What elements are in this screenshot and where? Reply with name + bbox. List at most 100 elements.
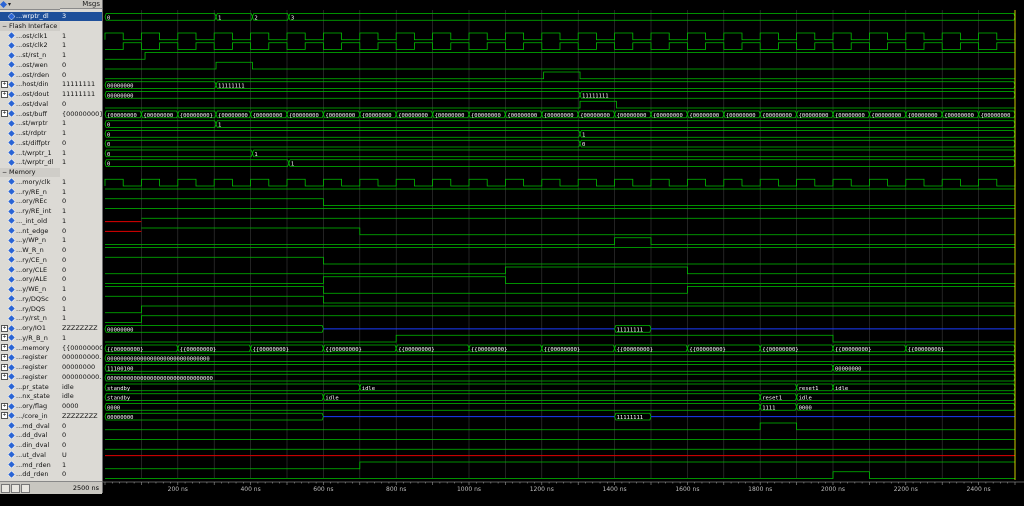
signal-name-row[interactable]: ...pr_state [0, 383, 60, 392]
signal-name-row[interactable]: ...W_R_n [0, 246, 60, 255]
group-header[interactable]: − Flash Interface [0, 21, 60, 31]
signal-name-row[interactable]: ...ory/CLE [0, 266, 60, 275]
waveform-pane[interactable]: 0 1 2 3 00000000 11111111 00000000 11111111 {000… [103, 0, 1024, 493]
signal-name-row[interactable]: ...ry/DQS [0, 305, 60, 314]
signal-name-row[interactable]: + ...ost/buff [0, 110, 60, 119]
waveform-3[interactable] [105, 42, 1016, 50]
expand-icon[interactable]: + [1, 402, 8, 410]
expand-icon[interactable]: + [1, 344, 8, 351]
waveform-47[interactable] [105, 471, 1015, 479]
waveform-40[interactable]: 0000 1111 0000 [104, 403, 1016, 412]
signal-name-row[interactable]: ...t/wrptr_dl [0, 158, 60, 167]
zoom-fit-icon[interactable] [21, 483, 30, 493]
signal-name-row[interactable]: ...ost/wen [0, 61, 60, 70]
signal-name-row[interactable]: ...ory/REc [0, 197, 60, 206]
waveform-39[interactable]: standby idle reset1 idle [104, 393, 1016, 402]
signal-name-row[interactable]: + ...memory [0, 344, 60, 353]
waveform-31[interactable] [105, 315, 1015, 323]
signal-name-row[interactable]: + .../core_in [0, 412, 60, 421]
signal-name-row[interactable]: ...md_dval [0, 422, 60, 431]
waveform-5[interactable] [105, 61, 1015, 70]
waveform-23[interactable] [105, 237, 1015, 245]
signal-name-row[interactable]: ...ost/rden [0, 71, 60, 80]
waveform-6[interactable] [105, 71, 1015, 80]
expand-icon[interactable]: + [1, 373, 8, 381]
waveform-19[interactable] [105, 198, 1015, 206]
waveform-46[interactable] [105, 461, 1015, 470]
waveform-35[interactable]: 0000000000000000000000000000000 [104, 354, 1016, 363]
waveform-15[interactable]: 01 [104, 159, 1016, 168]
waveform-32[interactable]: 00000000 11111111 [104, 325, 1015, 334]
signal-name-row[interactable]: ...st/wrptr [0, 119, 60, 128]
collapse-icon[interactable]: − [2, 23, 7, 30]
signal-name-row[interactable]: ...ry/CE_n [0, 256, 60, 265]
signal-name-row[interactable]: ...ry/RE_int [0, 207, 60, 216]
signal-name-row[interactable]: ...st/diffptr [0, 139, 60, 148]
signal-name-row[interactable]: ...ost/clk1 [0, 32, 60, 41]
expand-icon[interactable]: + [1, 334, 8, 342]
signal-name-row[interactable]: + ...ory/flag [0, 402, 60, 411]
waveform-0[interactable]: 0 1 2 3 [104, 13, 1016, 22]
waveform-13[interactable]: 00 [104, 139, 1016, 148]
waveform-29[interactable] [105, 295, 1015, 304]
signal-name-row[interactable]: ...y/WE_n [0, 285, 60, 294]
waveform-9[interactable] [105, 100, 1015, 109]
waveform-37[interactable]: 00000000000000000000000000000000 [104, 373, 1016, 382]
waveform-38[interactable]: standby idle reset1 idle [104, 383, 1016, 392]
waveform-33[interactable] [105, 334, 1015, 343]
waveform-30[interactable] [105, 305, 1015, 314]
waveform-21[interactable] [105, 217, 1015, 223]
zoom-out-icon[interactable] [11, 483, 20, 493]
expand-icon[interactable]: + [1, 363, 8, 371]
waveform-26[interactable] [105, 266, 1015, 275]
signal-name-row[interactable]: ...ry/RE_n [0, 188, 60, 197]
signal-name-row[interactable]: ...ory/ALE [0, 275, 60, 284]
signal-name-row[interactable]: ...md_rden [0, 461, 60, 470]
signal-name-row[interactable]: ...ost/clk2 [0, 41, 60, 50]
signal-name-row[interactable]: ...wrptr_dl [0, 12, 60, 21]
waveform-17[interactable] [104, 178, 1016, 187]
expand-icon[interactable]: + [1, 324, 8, 332]
waveform-25[interactable] [105, 256, 1015, 265]
signal-name-row[interactable]: ...t/wrptr_1 [0, 149, 60, 158]
waveform-34[interactable]: {{00000000} {{00000000} {{00000000} {{00000… [104, 344, 1016, 353]
waveform-11[interactable]: 01 [104, 120, 1016, 129]
signal-name-row[interactable]: + ...ost/dout [0, 90, 60, 99]
waveform-canvas[interactable]: 0 1 2 300000000 1111111100000000 11111111{000… [103, 0, 1024, 493]
waveform-36[interactable]: 11100100 00000000 [104, 364, 1016, 373]
waveform-42[interactable] [105, 422, 1015, 431]
waveform-12[interactable]: 01 [104, 130, 1016, 139]
signal-name-row[interactable]: ...din_dval [0, 441, 60, 450]
name-pane-header[interactable]: ▾ [0, 0, 60, 10]
expand-icon[interactable]: + [1, 90, 8, 98]
waveform-2[interactable] [104, 32, 1016, 41]
waveform-7[interactable]: 00000000 11111111 [104, 81, 1016, 90]
signal-name-row[interactable]: ...ut_dval [0, 451, 60, 460]
signal-name-row[interactable]: ...ry/DQSc [0, 295, 60, 304]
signal-name-row[interactable]: + ...register [0, 363, 60, 372]
signal-name-row[interactable]: ..._int_old [0, 217, 60, 226]
signal-name-row[interactable]: ...mory/clk [0, 178, 60, 187]
group-header[interactable]: − Memory [0, 168, 60, 177]
waveform-10[interactable]: {00000000 {00000000 {00000000} {00000000 {00… [104, 110, 1016, 119]
signal-name-row[interactable]: ...ost/dval [0, 100, 60, 109]
signal-name-row[interactable]: ...dd_rden [0, 470, 60, 479]
waveform-14[interactable]: 01 [104, 149, 1016, 158]
signal-name-row[interactable]: ...dd_dval [0, 431, 60, 440]
waveform-41[interactable]: 00000000 11111111 [104, 412, 1015, 421]
signal-name-row[interactable]: + ...y/R_B_n [0, 334, 60, 343]
expand-icon[interactable]: + [1, 412, 8, 420]
collapse-icon[interactable]: − [2, 169, 7, 176]
waveform-28[interactable] [105, 286, 1015, 294]
waveform-4[interactable] [105, 52, 1015, 60]
waveform-22[interactable] [105, 227, 1015, 236]
signal-name-row[interactable]: ...nt_edge [0, 227, 60, 236]
waveform-8[interactable]: 00000000 11111111 [104, 91, 1016, 100]
expand-icon[interactable]: + [1, 353, 8, 361]
expand-icon[interactable]: + [1, 80, 8, 88]
signal-name-row[interactable]: ...st/rst_n [0, 51, 60, 60]
zoom-in-icon[interactable] [1, 483, 10, 493]
signal-name-row[interactable]: ...st/rdptr [0, 129, 60, 138]
waveform-27[interactable] [105, 276, 1015, 284]
signal-name-row[interactable]: ...ry/rst_n [0, 314, 60, 323]
